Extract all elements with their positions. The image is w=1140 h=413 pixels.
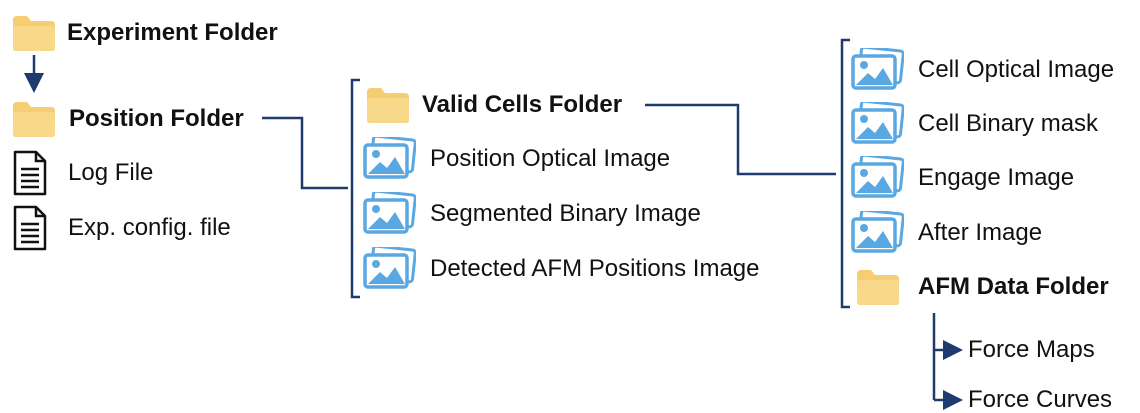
folder-icon [367, 88, 409, 123]
engage-image-label: Engage Image [918, 164, 1075, 191]
exp-config-file-label: Exp. config. file [68, 214, 231, 241]
valid-cells-folder-item[interactable]: Valid Cells Folder [366, 86, 622, 124]
image-icon [851, 211, 904, 253]
document-icon [13, 150, 47, 196]
detected-afm-positions-image-label: Detected AFM Positions Image [430, 255, 760, 282]
after-image-label: After Image [918, 219, 1043, 246]
exp-config-file-item[interactable]: Exp. config. file [12, 205, 231, 251]
force-curves-item[interactable]: Force Curves [968, 388, 1112, 412]
log-file-label: Log File [68, 159, 154, 186]
folder-icon [13, 16, 55, 51]
valid-cells-folder-label: Valid Cells Folder [422, 91, 623, 118]
folder-icon [857, 270, 899, 305]
cell-optical-image-item[interactable]: Cell Optical Image [850, 48, 1114, 92]
image-icon [363, 137, 416, 179]
segmented-binary-image-item[interactable]: Segmented Binary Image [362, 192, 701, 236]
document-icon [13, 205, 47, 251]
image-icon [851, 48, 904, 90]
force-maps-item[interactable]: Force Maps [968, 338, 1095, 362]
cell-optical-image-label: Cell Optical Image [918, 56, 1115, 83]
afm-data-folder-label: AFM Data Folder [918, 273, 1109, 300]
position-folder-label: Position Folder [69, 105, 244, 132]
folder-icon [13, 102, 55, 137]
experiment-folder-label: Experiment Folder [67, 19, 278, 46]
position-folder-connector [262, 116, 348, 190]
cell-binary-mask-item[interactable]: Cell Binary mask [850, 102, 1098, 146]
middle-bracket [350, 78, 360, 299]
afm-data-folder-item[interactable]: AFM Data Folder [856, 268, 1109, 306]
image-icon [363, 192, 416, 234]
force-maps-label: Force Maps [968, 336, 1095, 363]
experiment-folder-item[interactable]: Experiment Folder [12, 14, 278, 52]
position-optical-image-label: Position Optical Image [430, 145, 671, 172]
valid-cells-connector [645, 103, 836, 176]
segmented-binary-image-label: Segmented Binary Image [430, 200, 701, 227]
force-curves-label: Force Curves [968, 386, 1113, 413]
after-image-item[interactable]: After Image [850, 211, 1042, 255]
cell-binary-mask-label: Cell Binary mask [918, 110, 1099, 137]
right-bracket [840, 38, 850, 309]
log-file-item[interactable]: Log File [12, 150, 153, 196]
image-icon [363, 247, 416, 289]
position-optical-image-item[interactable]: Position Optical Image [362, 137, 670, 181]
position-folder-item[interactable]: Position Folder [12, 100, 244, 138]
engage-image-item[interactable]: Engage Image [850, 156, 1074, 200]
detected-afm-positions-image-item[interactable]: Detected AFM Positions Image [362, 247, 759, 291]
image-icon [851, 102, 904, 144]
image-icon [851, 156, 904, 198]
